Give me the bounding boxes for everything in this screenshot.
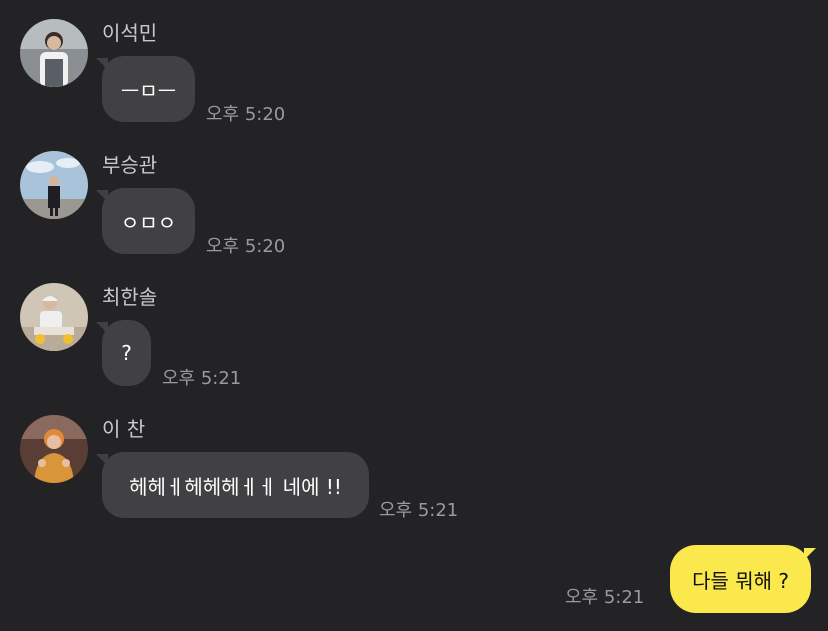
profile-photo-icon <box>20 19 88 87</box>
avatar[interactable] <box>20 283 88 351</box>
message-time: 오후 5:21 <box>162 368 242 389</box>
message-bubble[interactable]: ㅡㅁㅡ <box>96 56 195 122</box>
sender-name: 이석민 <box>102 21 158 45</box>
message-time: 오후 5:20 <box>206 236 286 257</box>
message-bubble[interactable]: ? <box>96 320 151 386</box>
avatar[interactable] <box>20 415 88 483</box>
message-bubble[interactable]: ㅇㅁㅇ <box>96 188 195 254</box>
sender-name: 부승관 <box>102 153 158 177</box>
profile-photo-icon <box>20 415 88 483</box>
my-message-bubble[interactable]: 다들 뭐해 ? <box>670 545 816 613</box>
profile-photo-icon <box>20 283 88 351</box>
avatar[interactable] <box>20 151 88 219</box>
sender-name: 이 찬 <box>102 417 146 441</box>
message-time: 오후 5:20 <box>206 104 286 125</box>
avatar[interactable] <box>20 19 88 87</box>
message-time: 오후 5:21 <box>379 500 459 521</box>
message-time: 오후 5:21 <box>565 587 645 608</box>
message-bubble[interactable]: 헤헤ㅔ헤헤헤ㅔㅔ 네에 !! <box>96 452 369 518</box>
profile-photo-icon <box>20 151 88 219</box>
sender-name: 최한솔 <box>102 285 158 309</box>
